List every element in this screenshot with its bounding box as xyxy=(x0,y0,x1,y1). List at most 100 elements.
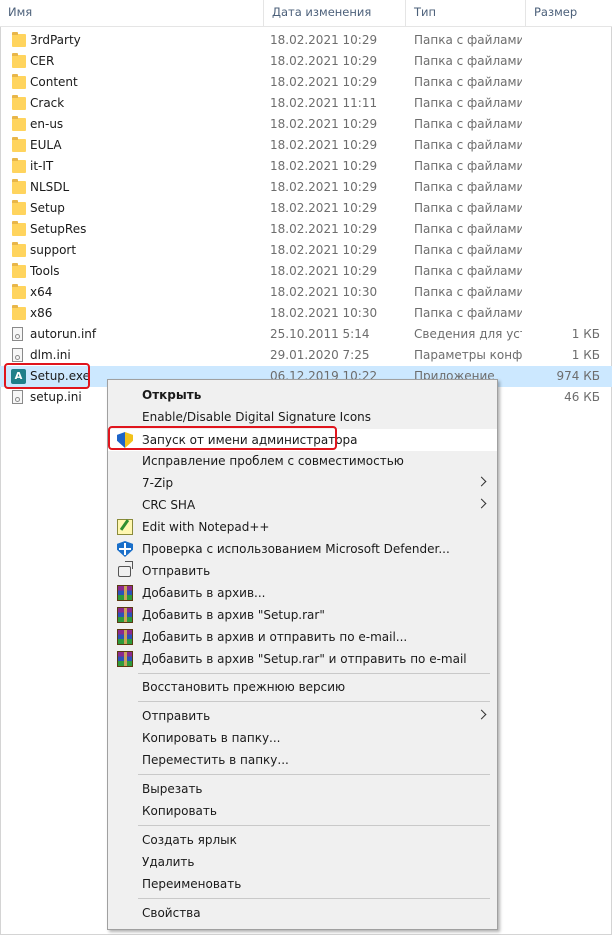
file-date: 18.02.2021 10:29 xyxy=(270,222,378,236)
winrar-icon xyxy=(117,651,133,667)
file-type: Папка с файлами xyxy=(414,243,522,257)
settings-file-icon xyxy=(12,327,23,341)
menu-add-setup-rar[interactable]: Добавить в архив "Setup.rar" xyxy=(108,604,497,626)
file-name: Setup xyxy=(30,201,65,215)
menu-add-rar-email[interactable]: Добавить в архив "Setup.rar" и отправить… xyxy=(108,648,497,670)
menu-move-to-folder[interactable]: Переместить в папку... xyxy=(108,749,497,771)
winrar-icon xyxy=(117,629,133,645)
chevron-right-icon xyxy=(476,709,487,720)
menu-delete[interactable]: Удалить xyxy=(108,851,497,873)
file-date: 18.02.2021 10:29 xyxy=(270,54,378,68)
menu-separator xyxy=(138,673,490,674)
folder-icon xyxy=(12,74,26,89)
file-row[interactable]: Tools 18.02.2021 10:29 Папка с файлами xyxy=(0,261,612,282)
folder-icon xyxy=(12,32,26,47)
file-date: 29.01.2020 7:25 xyxy=(270,348,370,362)
menu-crc-sha[interactable]: CRC SHA xyxy=(108,494,497,516)
defender-shield-icon xyxy=(117,541,133,557)
file-date: 18.02.2021 10:29 xyxy=(270,201,378,215)
file-name: en-us xyxy=(30,117,64,131)
folder-icon xyxy=(12,179,26,194)
menu-rename[interactable]: Переименовать xyxy=(108,873,497,895)
file-name: x86 xyxy=(30,306,53,320)
file-row[interactable]: it-IT 18.02.2021 10:29 Папка с файлами xyxy=(0,156,612,177)
file-type: Параметры конф... xyxy=(414,348,522,362)
file-row[interactable]: support 18.02.2021 10:29 Папка с файлами xyxy=(0,240,612,261)
file-size: 1 КБ xyxy=(571,348,600,362)
file-type: Папка с файлами xyxy=(414,285,522,299)
file-name: SetupRes xyxy=(30,222,87,236)
menu-separator xyxy=(138,774,490,775)
menu-7zip[interactable]: 7-Zip xyxy=(108,472,497,494)
menu-open[interactable]: Открыть xyxy=(108,384,497,406)
menu-properties[interactable]: Свойства xyxy=(108,902,497,924)
menu-notepad[interactable]: Edit with Notepad++ xyxy=(108,516,497,538)
file-row[interactable]: autorun.inf 25.10.2011 5:14 Сведения для у… xyxy=(0,324,612,345)
file-row[interactable]: dlm.ini 29.01.2020 7:25 Параметры конф... 1… xyxy=(0,345,612,366)
menu-create-shortcut[interactable]: Создать ярлык xyxy=(108,829,497,851)
menu-cut[interactable]: Вырезать xyxy=(108,778,497,800)
folder-icon xyxy=(12,116,26,131)
menu-defender[interactable]: Проверка с использованием Microsoft Defe… xyxy=(108,538,497,560)
folder-icon xyxy=(12,305,26,320)
file-size: 974 КБ xyxy=(556,369,600,383)
file-date: 18.02.2021 10:29 xyxy=(270,75,378,89)
column-size[interactable]: Размер xyxy=(526,0,612,26)
file-type: Папка с файлами xyxy=(414,306,522,320)
folder-icon xyxy=(12,242,26,257)
file-name: NLSDL xyxy=(30,180,70,194)
file-row[interactable]: NLSDL 18.02.2021 10:29 Папка с файлами xyxy=(0,177,612,198)
column-type[interactable]: Тип xyxy=(406,0,526,26)
folder-icon xyxy=(12,95,26,110)
file-row[interactable]: en-us 18.02.2021 10:29 Папка с файлами xyxy=(0,114,612,135)
folder-icon xyxy=(12,284,26,299)
file-name: Crack xyxy=(30,96,65,110)
menu-compatibility[interactable]: Исправление проблем с совместимостью xyxy=(108,450,497,472)
menu-share[interactable]: Отправить xyxy=(108,560,497,582)
menu-add-archive-email[interactable]: Добавить в архив и отправить по e-mail..… xyxy=(108,626,497,648)
menu-signature-icons[interactable]: Enable/Disable Digital Signature Icons xyxy=(108,406,497,428)
file-date: 18.02.2021 10:29 xyxy=(270,264,378,278)
notepad-plus-icon xyxy=(117,519,133,535)
menu-copy-to-folder[interactable]: Копировать в папку... xyxy=(108,727,497,749)
file-size: 1 КБ xyxy=(571,327,600,341)
column-header: Имя Дата изменения Тип Размер xyxy=(0,0,612,27)
menu-copy[interactable]: Копировать xyxy=(108,800,497,822)
menu-send-to[interactable]: Отправить xyxy=(108,705,497,727)
file-type: Папка с файлами xyxy=(414,180,522,194)
file-date: 18.02.2021 10:29 xyxy=(270,33,378,47)
file-row[interactable]: EULA 18.02.2021 10:29 Папка с файлами xyxy=(0,135,612,156)
file-name: x64 xyxy=(30,285,53,299)
file-date: 18.02.2021 10:30 xyxy=(270,285,378,299)
column-date[interactable]: Дата изменения xyxy=(264,0,406,26)
file-row[interactable]: CER 18.02.2021 10:29 Папка с файлами xyxy=(0,51,612,72)
file-type: Папка с файлами xyxy=(414,201,522,215)
folder-icon xyxy=(12,221,26,236)
file-row[interactable]: Setup 18.02.2021 10:29 Папка с файлами xyxy=(0,198,612,219)
file-type: Сведения для уст... xyxy=(414,327,522,341)
file-name: CER xyxy=(30,54,55,68)
file-row[interactable]: x86 18.02.2021 10:30 Папка с файлами xyxy=(0,303,612,324)
menu-separator xyxy=(138,825,490,826)
file-row[interactable]: x64 18.02.2021 10:30 Папка с файлами xyxy=(0,282,612,303)
column-name[interactable]: Имя xyxy=(0,0,264,26)
file-date: 18.02.2021 10:30 xyxy=(270,306,378,320)
file-row[interactable]: Crack 18.02.2021 11:11 Папка с файлами xyxy=(0,93,612,114)
menu-separator xyxy=(138,701,490,702)
menu-restore-version[interactable]: Восстановить прежнюю версию xyxy=(108,676,497,698)
file-type: Папка с файлами xyxy=(414,117,522,131)
file-name: EULA xyxy=(30,138,62,152)
file-row[interactable]: Content 18.02.2021 10:29 Папка с файлами xyxy=(0,72,612,93)
file-type: Папка с файлами xyxy=(414,222,522,236)
file-date: 18.02.2021 10:29 xyxy=(270,243,378,257)
file-type: Папка с файлами xyxy=(414,138,522,152)
folder-icon xyxy=(12,263,26,278)
file-size: 46 КБ xyxy=(564,390,600,404)
winrar-icon xyxy=(117,607,133,623)
file-type: Папка с файлами xyxy=(414,33,522,47)
chevron-right-icon xyxy=(476,498,487,509)
file-name: 3rdParty xyxy=(30,33,81,47)
file-row[interactable]: 3rdParty 18.02.2021 10:29 Папка с файлами xyxy=(0,30,612,51)
file-row[interactable]: SetupRes 18.02.2021 10:29 Папка с файлами xyxy=(0,219,612,240)
menu-add-archive[interactable]: Добавить в архив... xyxy=(108,582,497,604)
